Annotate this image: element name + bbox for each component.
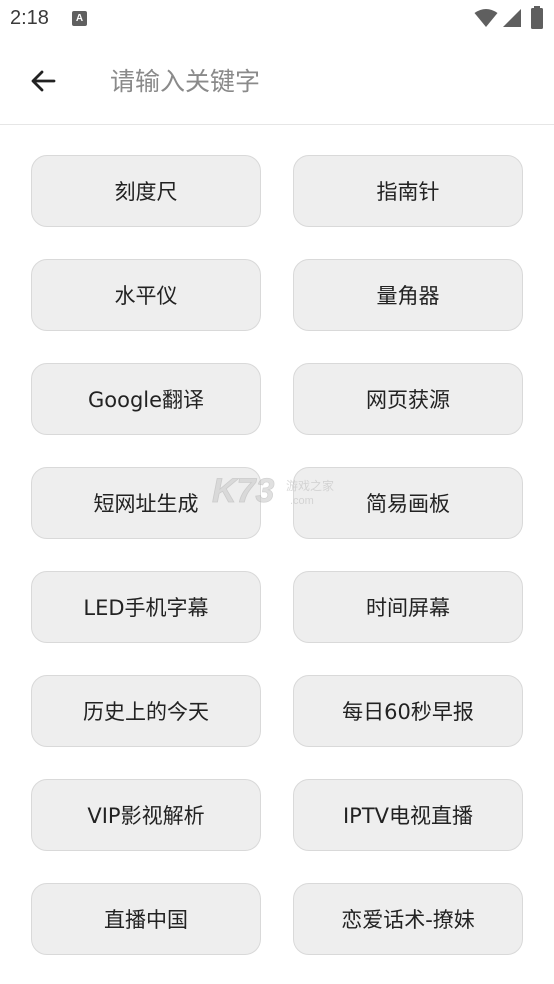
tool-vip-video-button[interactable]: VIP影视解析 bbox=[31, 779, 261, 851]
status-time: 2:18 bbox=[10, 7, 49, 29]
tool-short-url-button[interactable]: 短网址生成 bbox=[31, 467, 261, 539]
battery-icon bbox=[531, 6, 543, 29]
tool-love-talk-button[interactable]: 恋爱话术-撩妹 bbox=[293, 883, 523, 955]
tool-google-translate-button[interactable]: Google翻译 bbox=[31, 363, 261, 435]
tool-iptv-live-button[interactable]: IPTV电视直播 bbox=[293, 779, 523, 851]
tool-today-in-history-button[interactable]: 历史上的今天 bbox=[31, 675, 261, 747]
tool-compass-button[interactable]: 指南针 bbox=[293, 155, 523, 227]
wifi-icon bbox=[474, 9, 498, 27]
top-bar bbox=[0, 38, 554, 125]
tool-time-screen-button[interactable]: 时间屏幕 bbox=[293, 571, 523, 643]
signal-icon bbox=[503, 9, 521, 27]
back-button[interactable] bbox=[22, 60, 64, 102]
tool-level-button[interactable]: 水平仪 bbox=[31, 259, 261, 331]
tool-daily-news-button[interactable]: 每日60秒早报 bbox=[293, 675, 523, 747]
tool-led-subtitle-button[interactable]: LED手机字幕 bbox=[31, 571, 261, 643]
tool-live-china-button[interactable]: 直播中国 bbox=[31, 883, 261, 955]
notification-icon: A bbox=[72, 11, 87, 26]
status-bar: 2:18 A bbox=[0, 0, 554, 38]
screen: 2:18 A 刻度尺指南针水平仪量角器 Google翻译网页获源短网址生成简易画板… bbox=[0, 0, 554, 984]
tool-webpage-source-button[interactable]: 网页获源 bbox=[293, 363, 523, 435]
tool-protractor-button[interactable]: 量角器 bbox=[293, 259, 523, 331]
search-input[interactable] bbox=[110, 60, 510, 102]
arrow-back-icon bbox=[31, 70, 56, 92]
tool-drawing-board-button[interactable]: 简易画板 bbox=[293, 467, 523, 539]
tool-ruler-button[interactable]: 刻度尺 bbox=[31, 155, 261, 227]
tool-grid: 刻度尺 指南针 水平仪 量角器 Google翻译 网页获源 短网址生成 简易画板 LED手机字幕… bbox=[31, 155, 523, 955]
